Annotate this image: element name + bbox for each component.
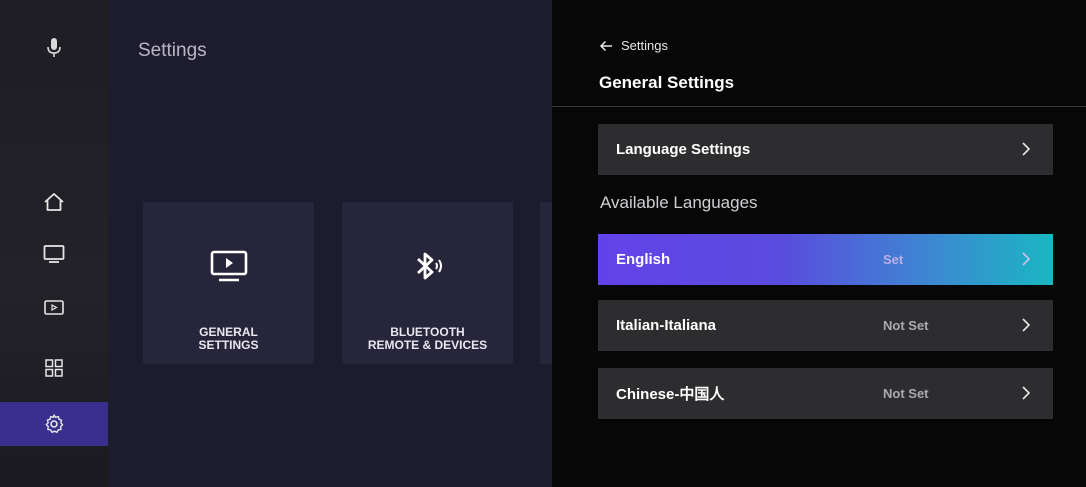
language-name: Chinese-中国人 (616, 386, 725, 403)
chevron-right-icon (1022, 252, 1031, 266)
back-button[interactable]: Settings (599, 38, 668, 53)
tile-label: BLUETOOTH REMOTE & DEVICES (367, 325, 488, 352)
language-row-english[interactable]: English Set (598, 234, 1053, 285)
back-label: Settings (621, 38, 668, 53)
language-row-chinese[interactable]: Chinese-中国人 Not Set (598, 368, 1053, 419)
general-settings-tile[interactable]: GENERAL SETTINGS (143, 202, 314, 364)
page-title: Settings (138, 40, 207, 61)
apps-icon (45, 359, 63, 377)
home-icon (44, 193, 64, 211)
nav-media[interactable] (0, 288, 108, 328)
chevron-right-icon (1022, 318, 1031, 332)
nav-settings[interactable] (0, 402, 108, 446)
section-label: Available Languages (600, 193, 758, 212)
language-status: Not Set (883, 318, 929, 333)
media-icon (44, 300, 64, 315)
chevron-right-icon (1022, 142, 1031, 156)
tv-play-icon (209, 246, 249, 286)
bluetooth-icon (411, 246, 445, 286)
tv-icon (43, 245, 65, 263)
language-settings-row[interactable]: Language Settings (598, 124, 1053, 175)
language-status: Set (883, 252, 904, 267)
nav-home[interactable] (0, 182, 108, 222)
nav-tv[interactable] (0, 234, 108, 274)
sidebar (0, 0, 108, 487)
language-row-italian[interactable]: Italian-Italiana Not Set (598, 300, 1053, 351)
language-name: Italian-Italiana (616, 317, 717, 334)
settings-main: Settings GENERAL SETTINGS BLUETOOTH REMO… (108, 0, 552, 487)
language-name: English (616, 251, 671, 268)
language-status: Not Set (883, 386, 929, 401)
gear-icon (45, 414, 64, 433)
tile-label: GENERAL SETTINGS (198, 325, 259, 352)
mic-icon (47, 38, 61, 57)
mic-button[interactable] (0, 28, 108, 68)
bluetooth-tile[interactable]: BLUETOOTH REMOTE & DEVICES (342, 202, 513, 364)
panel-title: General Settings (599, 73, 735, 92)
tile-partial (540, 202, 552, 364)
row-label: Language Settings (616, 141, 751, 158)
divider (552, 106, 1086, 107)
nav-apps[interactable] (0, 348, 108, 388)
general-settings-panel: Settings General Settings Language Setti… (552, 0, 1086, 487)
chevron-right-icon (1022, 386, 1031, 400)
back-arrow-icon (599, 40, 612, 51)
